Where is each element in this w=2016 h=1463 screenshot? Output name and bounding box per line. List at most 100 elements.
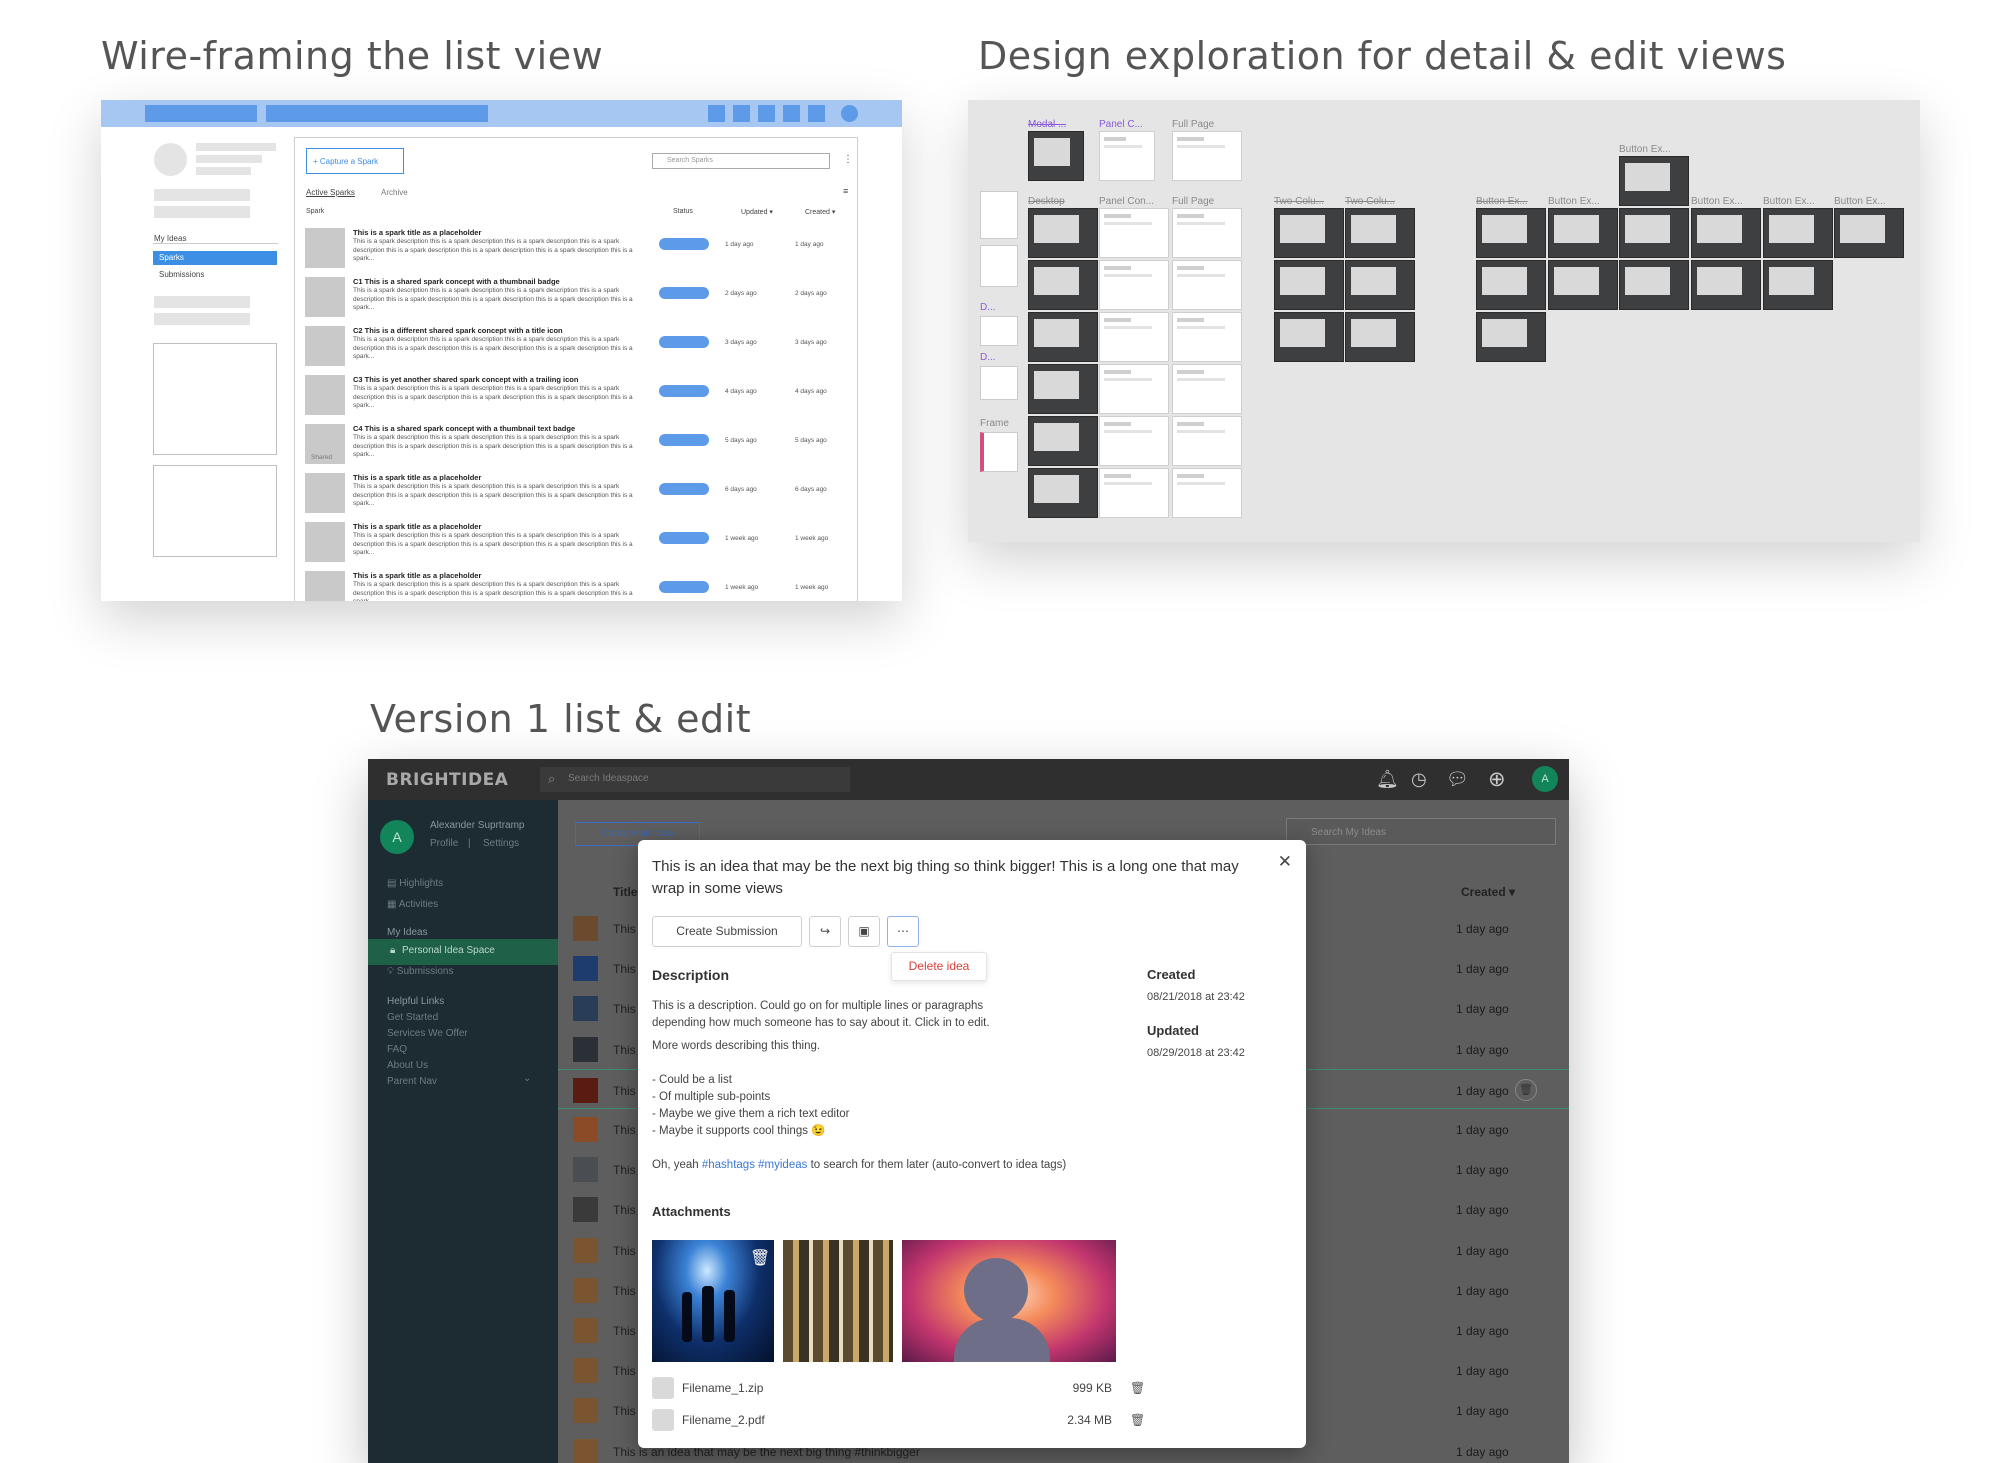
more-vertical-icon[interactable]: ⋮ [843,154,853,165]
wf-table-row[interactable]: This is a spark title as a placeholder Th… [305,571,850,601]
chevron-down-icon[interactable]: ⌄ [523,1073,531,1084]
de-frame-thumb [1619,208,1689,258]
add-circle-icon[interactable]: ⊕ [1488,767,1506,792]
wf-row-description: This is a spark description this is a sp… [353,385,633,410]
row-title[interactable]: This [613,922,636,936]
trash-icon[interactable]: 🗑︎ [750,1248,770,1268]
list-view-icon[interactable]: ≡ [843,186,848,196]
settings-link[interactable]: Settings [483,838,519,849]
wf-col-created[interactable]: Created ▾ [805,208,835,216]
wf-row-updated: 1 day ago [725,241,754,248]
global-search-placeholder: Search Ideaspace [568,773,649,784]
wf-row-description: This is a spark description this is a sp… [353,238,633,263]
de-frame-thumb [1548,208,1618,258]
row-title[interactable]: This [613,1084,636,1098]
description-list-item[interactable]: - Could be a list [652,1072,732,1089]
description-list-item[interactable]: - Maybe we give them a rich text editor [652,1106,850,1123]
created-value: 08/21/2018 at 23:42 [1147,991,1245,1003]
archive-icon[interactable]: ▣ [848,916,880,947]
wf-tab-active[interactable]: Active Sparks [306,188,355,197]
wf-thumbnail [305,277,345,317]
bell-icon[interactable]: 🔔︎ [1376,769,1399,790]
clock-icon[interactable]: ◷ [1411,769,1427,790]
file-row[interactable]: Filename_1.zip 999 KB 🗑︎ [652,1377,1145,1403]
description-list-item[interactable]: - Of multiple sub-points [652,1089,770,1106]
more-icon[interactable]: ⋯ [887,916,919,947]
create-submission-button[interactable]: Create Submission [652,916,802,947]
wf-search-input[interactable]: Search Sparks [652,153,830,169]
sidebar-item-activities[interactable]: ▦ Activities [387,899,438,910]
sidebar-item-highlights[interactable]: ▤ Highlights [387,878,443,889]
row-title[interactable]: This [613,1002,636,1016]
wf-table-row[interactable]: This is a spark title as a placeholder Th… [305,228,850,277]
wf-table-row[interactable]: C2 This is a different shared spark conc… [305,326,850,375]
exploration-section-title: Design exploration for detail & edit vie… [978,34,1787,78]
wf-capture-button[interactable]: + Capture a Spark [306,148,404,174]
row-title[interactable]: This [613,1043,636,1057]
chat-icon[interactable]: 💬︎ [1446,769,1469,790]
wf-table-row[interactable]: Shared C4 This is a shared spark concept … [305,424,850,473]
link-parent-nav[interactable]: Parent Nav [387,1076,437,1087]
bulb-icon: 💡︎ [387,966,394,977]
close-icon[interactable]: ✕ [1278,852,1292,872]
wf-sidebar-item-submissions[interactable]: Submissions [159,270,204,279]
hashtag-line[interactable]: Oh, yeah #hashtags #myideas to search fo… [652,1157,1066,1174]
wf-table-row[interactable]: C1 This is a shared spark concept with a… [305,277,850,326]
de-frame-thumb [1274,260,1344,310]
description-text[interactable]: More words describing this thing. [652,1038,820,1055]
file-name[interactable]: Filename_2.pdf [682,1413,765,1427]
row-title[interactable]: This [613,1203,636,1217]
trash-icon[interactable]: 🗑︎ [1130,1381,1145,1395]
link-get-started[interactable]: Get Started [387,1012,438,1023]
attachment-image-concert[interactable]: 🗑︎ [652,1240,774,1362]
wf-table-row[interactable]: This is a spark title as a placeholder Th… [305,522,850,571]
hashtag-link[interactable]: #myideas [758,1159,807,1171]
row-title[interactable]: This [613,1324,636,1338]
global-search-input[interactable]: ⌕ Search Ideaspace [540,767,850,792]
wf-sidebar-active-item[interactable]: Sparks [153,251,277,265]
wf-row-updated: 2 days ago [725,290,757,297]
sidebar-item-personal-space[interactable]: 🔒︎ Personal Idea Space [368,939,558,965]
brightidea-logo[interactable]: BRIGHTIDEA [386,770,508,790]
file-name[interactable]: Filename_1.zip [682,1381,763,1395]
wf-table-row[interactable]: This is a spark title as a placeholder Th… [305,473,850,522]
col-created[interactable]: Created ▾ [1461,885,1515,899]
hashtag-link[interactable]: #hashtags [702,1159,755,1171]
row-title[interactable]: This [613,1284,636,1298]
search-my-ideas-input[interactable]: Search My Ideas [1286,818,1556,845]
attachments-heading: Attachments [652,1204,731,1219]
file-row[interactable]: Filename_2.pdf 2.34 MB 🗑︎ [652,1409,1145,1435]
row-title[interactable]: This [613,1163,636,1177]
wf-row-created: 1 week ago [795,584,829,591]
sidebar-avatar[interactable]: A [380,820,414,854]
delete-idea-menu-item[interactable]: Delete idea [891,952,987,981]
wf-table-row[interactable]: C3 This is yet another shared spark conc… [305,375,850,424]
row-title[interactable]: This [613,962,636,976]
description-text[interactable]: This is a description. Could go on for m… [652,998,1032,1032]
de-frame-thumb [1099,131,1155,181]
trash-icon[interactable]: 🗑︎ [1130,1413,1145,1427]
share-icon[interactable]: ↪ [809,916,841,947]
wf-tab-archive[interactable]: Archive [381,188,408,197]
wf-col-spark: Spark [306,208,325,215]
wf-row-title: C1 This is a shared spark concept with a… [353,277,560,286]
attachment-image-city[interactable] [783,1240,893,1362]
description-list-item[interactable]: - Maybe it supports cool things 😉 [652,1123,825,1140]
row-title[interactable]: This [613,1123,636,1137]
top-avatar[interactable]: A [1532,766,1558,792]
link-services[interactable]: Services We Offer [387,1028,468,1039]
trash-icon[interactable]: 🗑︎ [1515,1078,1537,1101]
sidebar-item-submissions[interactable]: 💡︎ Submissions [387,966,453,977]
row-title[interactable]: This [613,1404,636,1418]
row-title[interactable]: This [613,1244,636,1258]
wf-row-updated: 5 days ago [725,437,757,444]
col-title[interactable]: Title [613,885,637,899]
attachment-image-figure[interactable] [902,1240,1116,1362]
link-about[interactable]: About Us [387,1060,428,1071]
idea-title[interactable]: This is an idea that may be the next big… [652,856,1252,900]
row-title[interactable]: This [613,1364,636,1378]
description-heading: Description [652,967,730,983]
link-faq[interactable]: FAQ [387,1044,407,1055]
profile-link[interactable]: Profile [430,838,458,849]
wf-col-updated[interactable]: Updated ▾ [741,208,773,216]
